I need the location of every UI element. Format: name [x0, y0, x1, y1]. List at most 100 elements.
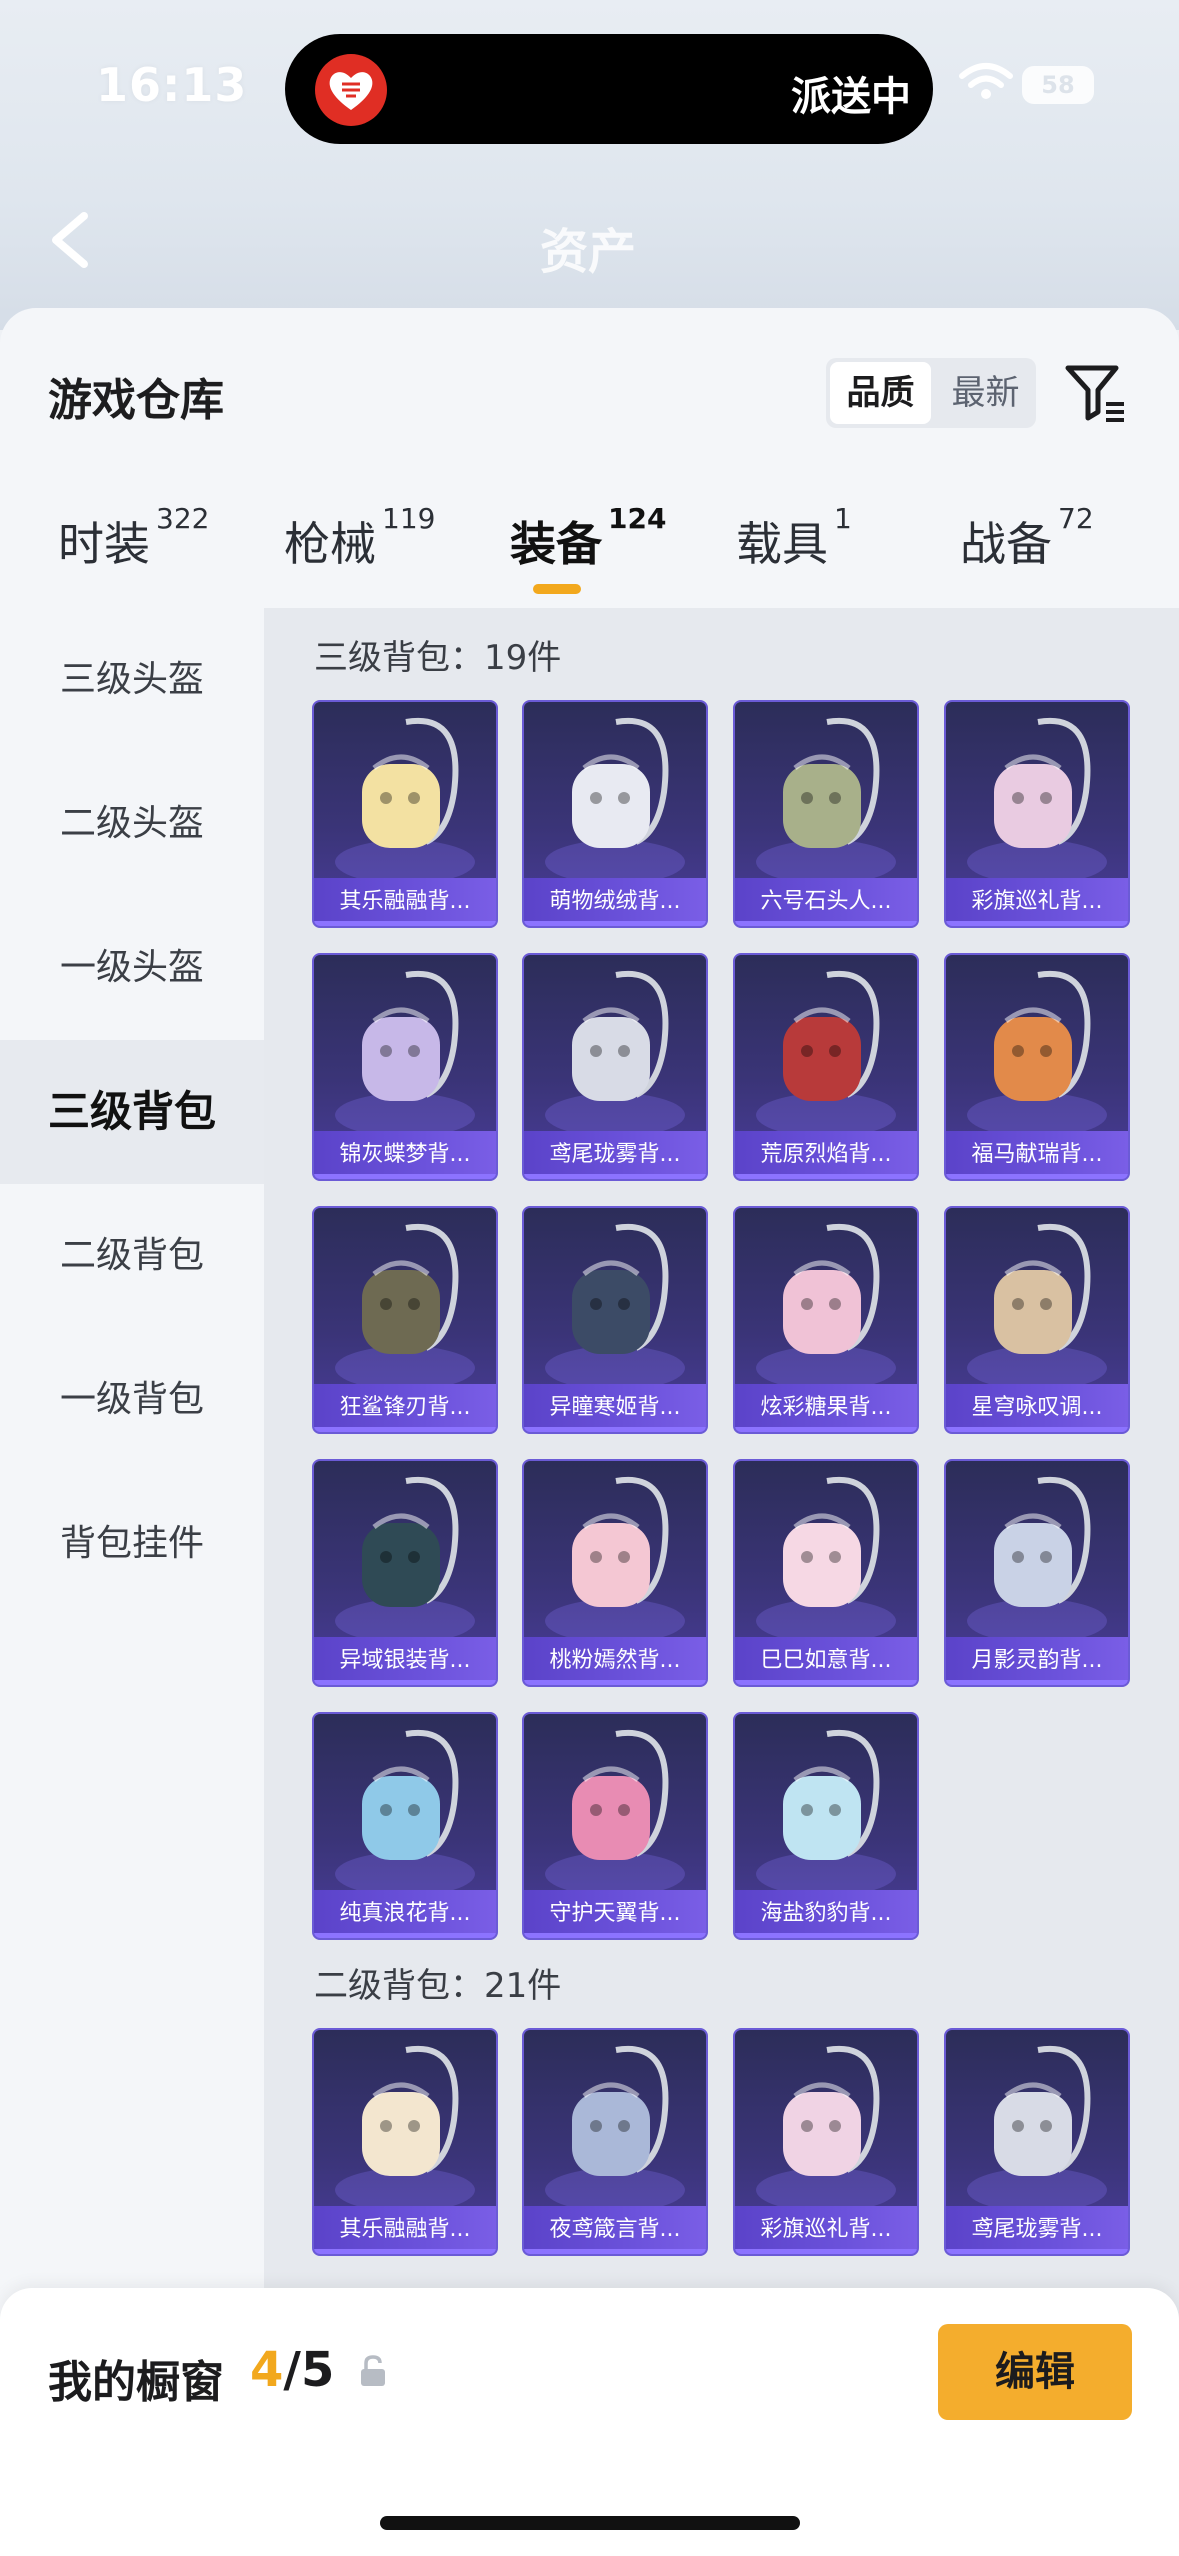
sidebar-item-level3-backpack[interactable]: 三级背包: [0, 1040, 264, 1184]
iris-mist-backpack-icon: [967, 2045, 1107, 2206]
butterfly-dream-backpack-icon: [335, 970, 475, 1131]
item-card[interactable]: 炫彩糖果背...: [733, 1206, 919, 1434]
item-card-label: 夜鸢箴言背...: [524, 2206, 706, 2254]
battery-indicator: 58: [1022, 66, 1094, 104]
sort-quality-option[interactable]: 品质: [830, 362, 931, 424]
item-card-label: 萌物绒绒背...: [524, 878, 706, 926]
sidebar-item-level1-backpack[interactable]: 一级背包: [0, 1328, 264, 1472]
sidebar-item-level3-helmet[interactable]: 三级头盔: [0, 608, 264, 752]
starry-aria-backpack-icon: [967, 1223, 1107, 1384]
item-card[interactable]: 异瞳寒姬背...: [522, 1206, 708, 1434]
shark-blade-backpack-icon: [335, 1223, 475, 1384]
stone-golem-backpack-icon: [756, 717, 896, 878]
tab-battle-gear[interactable]: 战备 72: [960, 502, 1094, 574]
item-card[interactable]: 星穹咏叹调...: [944, 1206, 1130, 1434]
tab-vehicles[interactable]: 载具 1: [736, 502, 852, 574]
warehouse-title: 游戏仓库: [48, 375, 224, 426]
item-card[interactable]: 鸢尾珑雾背...: [944, 2028, 1130, 2256]
section-title-level2-backpack: 二级背包：21件: [314, 1966, 562, 2006]
sidebar-item-backpack-charm[interactable]: 背包挂件: [0, 1472, 264, 1616]
item-card-label: 守护天翼背...: [524, 1890, 706, 1938]
pinduoduo-logo-icon: [315, 54, 387, 126]
item-card[interactable]: 鸢尾珑雾背...: [522, 953, 708, 1181]
sort-newest-option[interactable]: 最新: [935, 358, 1036, 428]
item-card-label: 星穹咏叹调...: [946, 1384, 1128, 1432]
item-card-label: 桃粉嫣然背...: [524, 1637, 706, 1685]
item-card[interactable]: 异域银装背...: [312, 1459, 498, 1687]
sidebar-item-level1-helmet[interactable]: 一级头盔: [0, 896, 264, 1040]
item-card[interactable]: 其乐融融背...: [312, 2028, 498, 2256]
item-card[interactable]: 海盐豹豹背...: [733, 1712, 919, 1940]
cupcake-backpack-icon: [335, 2045, 475, 2206]
island-delivery-status: 派送中: [791, 74, 911, 120]
item-card[interactable]: 月影灵韵背...: [944, 1459, 1130, 1687]
exotic-silver-backpack-icon: [335, 1476, 475, 1637]
guardian-wing-backpack-icon: [545, 1729, 685, 1890]
item-card-label: 荒原烈焰背...: [735, 1131, 917, 1179]
moon-shadow-backpack-icon: [967, 1476, 1107, 1637]
item-card-label: 异瞳寒姬背...: [524, 1384, 706, 1432]
active-tab-indicator: [533, 584, 581, 594]
item-card-label: 异域银装背...: [314, 1637, 496, 1685]
item-card-label: 巳巳如意背...: [735, 1637, 917, 1685]
item-card[interactable]: 福马献瑞背...: [944, 953, 1130, 1181]
item-card-label: 海盐豹豹背...: [735, 1890, 917, 1938]
item-card-label: 六号石头人...: [735, 878, 917, 926]
item-card[interactable]: 守护天翼背...: [522, 1712, 708, 1940]
item-card-label: 其乐融融背...: [314, 878, 496, 926]
item-card-label: 福马献瑞背...: [946, 1131, 1128, 1179]
item-card-label: 彩旗巡礼背...: [946, 878, 1128, 926]
item-card[interactable]: 彩旗巡礼背...: [944, 700, 1130, 928]
sea-salt-seal-backpack-icon: [756, 1729, 896, 1890]
item-card-label: 月影灵韵背...: [946, 1637, 1128, 1685]
item-card-label: 狂鲨锋刃背...: [314, 1384, 496, 1432]
snake-ruyi-backpack-icon: [756, 1476, 896, 1637]
lock-icon: [361, 2355, 385, 2386]
cupcake-bunny-backpack-icon: [335, 717, 475, 878]
odd-eye-bunny-backpack-icon: [545, 1223, 685, 1384]
item-card[interactable]: 彩旗巡礼背...: [733, 2028, 919, 2256]
item-card-label: 鸢尾珑雾背...: [524, 1131, 706, 1179]
item-card[interactable]: 桃粉嫣然背...: [522, 1459, 708, 1687]
category-tabs: 时装 322 枪械 119 装备 124 载具 1 战备 72: [0, 502, 1179, 618]
sidebar-item-level2-backpack[interactable]: 二级背包: [0, 1184, 264, 1328]
item-card-label: 彩旗巡礼背...: [735, 2206, 917, 2254]
item-card[interactable]: 其乐融融背...: [312, 700, 498, 928]
item-card[interactable]: 荒原烈焰背...: [733, 953, 919, 1181]
wave-drink-backpack-icon: [335, 1729, 475, 1890]
candy-donut-backpack-icon: [756, 1223, 896, 1384]
item-card[interactable]: 巳巳如意背...: [733, 1459, 919, 1687]
item-card[interactable]: 六号石头人...: [733, 700, 919, 928]
tab-guns[interactable]: 枪械 119: [284, 502, 435, 574]
edit-button[interactable]: 编辑: [938, 2324, 1132, 2420]
festival-drum-backpack-icon: [756, 2045, 896, 2206]
item-card-label: 其乐融融背...: [314, 2206, 496, 2254]
item-card-label: 锦灰蝶梦背...: [314, 1131, 496, 1179]
warehouse-sheet: 游戏仓库 品质 最新 时装 322 枪械 119 装备 124 载具 1 战备 72 三级…: [0, 308, 1179, 2556]
subcategory-sidebar: 三级头盔 二级头盔 一级头盔 三级背包 二级背包 一级背包 背包挂件: [0, 608, 264, 2556]
item-card-label: 炫彩糖果背...: [735, 1384, 917, 1432]
filter-icon[interactable]: [1062, 360, 1128, 426]
peach-blossom-backpack-icon: [545, 1476, 685, 1637]
item-card[interactable]: 锦灰蝶梦背...: [312, 953, 498, 1181]
sort-toggle[interactable]: 品质 最新: [826, 358, 1036, 428]
status-time: 16:13: [96, 58, 248, 112]
home-indicator: [380, 2516, 800, 2530]
showcase-title: 我的橱窗: [48, 2357, 224, 2408]
back-arrow-icon[interactable]: [46, 210, 92, 270]
dynamic-island[interactable]: 派送中: [285, 34, 933, 144]
lucky-horse-backpack-icon: [967, 970, 1107, 1131]
item-card[interactable]: 狂鲨锋刃背...: [312, 1206, 498, 1434]
tab-fashion[interactable]: 时装 322: [58, 502, 209, 574]
page-title: 资产: [540, 224, 637, 280]
item-card[interactable]: 夜鸢箴言背...: [522, 2028, 708, 2256]
sidebar-item-level2-helmet[interactable]: 二级头盔: [0, 752, 264, 896]
night-kite-backpack-icon: [545, 2045, 685, 2206]
item-card[interactable]: 纯真浪花背...: [312, 1712, 498, 1940]
tab-equipment[interactable]: 装备 124: [510, 502, 666, 574]
item-card-label: 鸢尾珑雾背...: [946, 2206, 1128, 2254]
festival-drum-backpack-icon: [967, 717, 1107, 878]
item-card[interactable]: 萌物绒绒背...: [522, 700, 708, 928]
section-title-level3-backpack: 三级背包：19件: [314, 638, 562, 678]
wasteland-flame-backpack-icon: [756, 970, 896, 1131]
